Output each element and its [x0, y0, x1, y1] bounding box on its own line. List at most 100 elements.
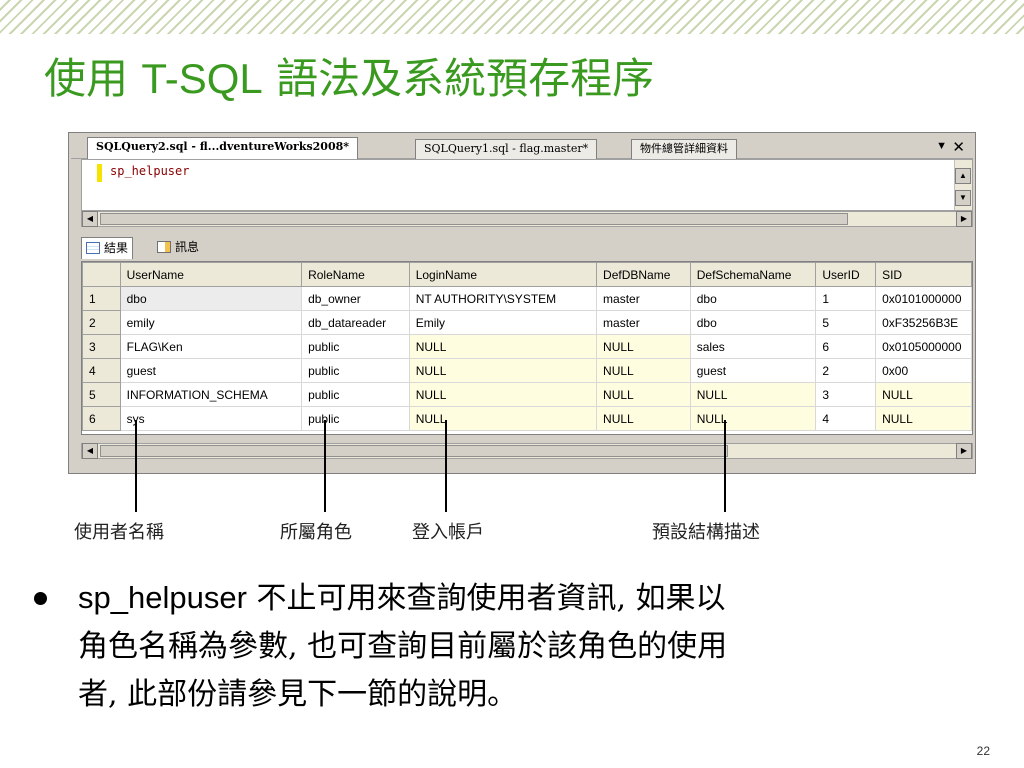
- row-number[interactable]: 1: [82, 286, 121, 311]
- tab-results-label: 結果: [104, 241, 129, 255]
- bullet-icon: [34, 592, 47, 605]
- grid-cell[interactable]: 4: [815, 406, 877, 431]
- bullet-line1: 不止可用來查詢使用者資訊, 如果以: [246, 581, 726, 616]
- editor-vertical-scrollbar[interactable]: ▲ ▼: [954, 160, 972, 210]
- grid-cell[interactable]: FLAG\Ken: [119, 334, 303, 359]
- grid-cell[interactable]: NULL: [596, 358, 691, 383]
- grid-cell[interactable]: db_owner: [301, 286, 410, 311]
- grid-cell[interactable]: public: [301, 334, 410, 359]
- grid-cell[interactable]: NULL: [689, 382, 817, 407]
- column-header-username[interactable]: UserName: [119, 262, 303, 287]
- tab-dropdown-icon[interactable]: ▼: [936, 140, 947, 152]
- callout-line-username: [135, 420, 137, 512]
- editor-horizontal-scrollbar[interactable]: ◀ ▶: [81, 211, 973, 227]
- page-number: 22: [976, 744, 990, 758]
- column-header-rolename[interactable]: RoleName: [301, 262, 410, 287]
- row-number[interactable]: 5: [82, 382, 121, 407]
- grid-cell[interactable]: NULL: [875, 382, 972, 407]
- editor-scroll-thumb[interactable]: [100, 213, 848, 225]
- grid-cell[interactable]: 6: [815, 334, 877, 359]
- callout-loginname: 登入帳戶: [412, 522, 484, 543]
- grid-cell[interactable]: dbo: [119, 286, 303, 311]
- callout-line-defschemaname: [724, 420, 726, 512]
- row-number[interactable]: 6: [82, 406, 121, 431]
- grid-cell[interactable]: public: [301, 382, 410, 407]
- column-header-sid[interactable]: SID: [875, 262, 972, 287]
- grid-cell[interactable]: sales: [689, 334, 817, 359]
- callout-username: 使用者名稱: [74, 522, 164, 543]
- query-code[interactable]: sp_helpuser: [110, 164, 189, 178]
- grid-cell[interactable]: Emily: [408, 310, 598, 335]
- table-row[interactable]: 4 guest public NULL NULL guest 2 0x00: [82, 358, 972, 383]
- grid-cell[interactable]: 2: [815, 358, 877, 383]
- grid-cell[interactable]: public: [301, 406, 410, 431]
- grid-cell[interactable]: NULL: [408, 406, 598, 431]
- grid-cell[interactable]: NULL: [408, 334, 598, 359]
- corner-cell[interactable]: [82, 262, 121, 287]
- tab-sqlquery2[interactable]: SQLQuery2.sql - fl...dventureWorks2008*: [87, 137, 359, 160]
- grid-cell[interactable]: 5: [815, 310, 877, 335]
- grid-cell[interactable]: master: [596, 286, 691, 311]
- table-row[interactable]: 5 INFORMATION_SCHEMA public NULL NULL NU…: [82, 382, 972, 407]
- grid-cell[interactable]: INFORMATION_SCHEMA: [119, 382, 303, 407]
- tab-messages-label: 訊息: [175, 240, 200, 254]
- grid-cell[interactable]: 0x0105000000: [875, 334, 972, 359]
- grid-cell[interactable]: NULL: [408, 382, 598, 407]
- grid-cell[interactable]: dbo: [689, 286, 817, 311]
- grid-cell[interactable]: 1: [815, 286, 877, 311]
- table-row[interactable]: 1 dbo db_owner NT AUTHORITY\SYSTEM maste…: [82, 286, 972, 311]
- grid-cell[interactable]: 0xF35256B3E: [875, 310, 972, 335]
- scroll-left-icon[interactable]: ◀: [82, 211, 98, 227]
- column-header-defdbname[interactable]: DefDBName: [596, 262, 691, 287]
- change-marker: [97, 164, 102, 182]
- header-row: UserName RoleName LoginName DefDBName De…: [82, 262, 972, 287]
- grid-horizontal-scrollbar[interactable]: ◀ ▶: [81, 443, 973, 459]
- message-icon: [157, 241, 171, 253]
- grid-cell[interactable]: NULL: [875, 406, 972, 431]
- tab-object-explorer-details[interactable]: 物件總管詳細資料: [631, 139, 737, 159]
- grid-cell[interactable]: NULL: [596, 382, 691, 407]
- query-editor[interactable]: sp_helpuser ▲ ▼: [81, 159, 973, 211]
- grid-cell[interactable]: emily: [119, 310, 303, 335]
- grid-cell[interactable]: sys: [119, 406, 303, 431]
- close-icon[interactable]: ✕: [952, 138, 965, 156]
- scroll-right-icon[interactable]: ▶: [956, 443, 972, 459]
- bullet-lead: sp_helpuser: [78, 580, 247, 615]
- column-header-loginname[interactable]: LoginName: [408, 262, 598, 287]
- tab-messages[interactable]: 訊息: [153, 237, 203, 259]
- grid-cell[interactable]: guest: [119, 358, 303, 383]
- scroll-left-icon[interactable]: ◀: [82, 443, 98, 459]
- table-row[interactable]: 3 FLAG\Ken public NULL NULL sales 6 0x01…: [82, 334, 972, 359]
- slide-title: 使用 T-SQL 語法及系統預存程序: [44, 54, 655, 103]
- tab-sqlquery1[interactable]: SQLQuery1.sql - flag.master*: [415, 139, 598, 159]
- tab-results[interactable]: 結果: [81, 237, 134, 259]
- grid-cell[interactable]: public: [301, 358, 410, 383]
- grid-cell[interactable]: NT AUTHORITY\SYSTEM: [408, 286, 598, 311]
- grid-scroll-thumb[interactable]: [100, 445, 728, 457]
- grid-cell[interactable]: NULL: [689, 406, 817, 431]
- scroll-down-icon[interactable]: ▼: [955, 190, 971, 206]
- grid-icon: [86, 242, 100, 254]
- grid-cell[interactable]: NULL: [596, 334, 691, 359]
- table-row[interactable]: 6 sys public NULL NULL NULL 4 NULL: [82, 406, 972, 431]
- grid-cell[interactable]: guest: [689, 358, 817, 383]
- grid-cell[interactable]: 0x00: [875, 358, 972, 383]
- scroll-right-icon[interactable]: ▶: [956, 211, 972, 227]
- scroll-up-icon[interactable]: ▲: [955, 168, 971, 184]
- row-number[interactable]: 3: [82, 334, 121, 359]
- grid-cell[interactable]: master: [596, 310, 691, 335]
- results-grid: UserName RoleName LoginName DefDBName De…: [81, 261, 973, 435]
- callout-line-rolename: [324, 420, 326, 512]
- row-number[interactable]: 2: [82, 310, 121, 335]
- callout-rolename: 所屬角色: [280, 522, 352, 543]
- grid-cell[interactable]: NULL: [596, 406, 691, 431]
- grid-cell[interactable]: NULL: [408, 358, 598, 383]
- table-row[interactable]: 2 emily db_datareader Emily master dbo 5…: [82, 310, 972, 335]
- grid-cell[interactable]: 3: [815, 382, 877, 407]
- grid-cell[interactable]: 0x0101000000: [875, 286, 972, 311]
- grid-cell[interactable]: db_datareader: [301, 310, 410, 335]
- row-number[interactable]: 4: [82, 358, 121, 383]
- column-header-userid[interactable]: UserID: [815, 262, 877, 287]
- grid-cell[interactable]: dbo: [689, 310, 817, 335]
- column-header-defschemaname[interactable]: DefSchemaName: [689, 262, 817, 287]
